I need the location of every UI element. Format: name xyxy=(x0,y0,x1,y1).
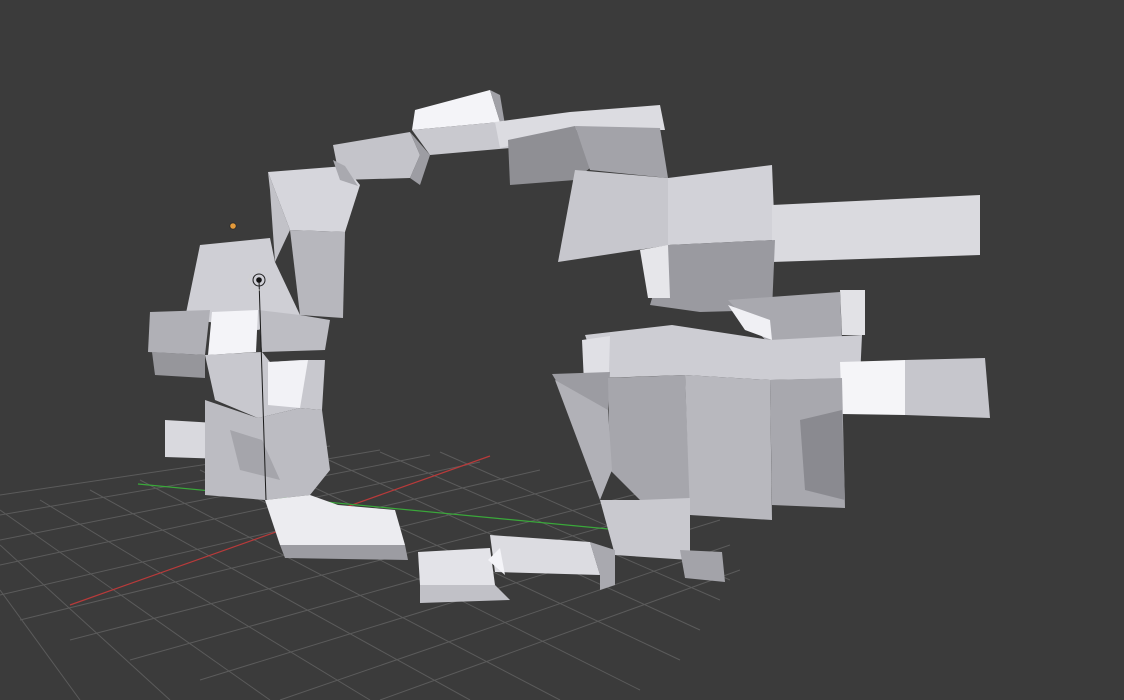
mesh-face xyxy=(905,358,990,418)
3d-viewport[interactable] xyxy=(0,0,1124,700)
mesh-face xyxy=(280,545,408,560)
mesh-face xyxy=(420,585,510,603)
mesh-face xyxy=(208,310,258,355)
viewport-scene[interactable] xyxy=(0,0,1124,700)
mesh-face xyxy=(840,360,905,415)
mesh-face xyxy=(668,165,775,245)
mesh-face xyxy=(772,195,980,262)
mesh-face xyxy=(680,550,725,582)
mesh-face xyxy=(800,410,845,500)
mesh-face xyxy=(152,352,205,378)
mesh-face xyxy=(148,310,210,355)
lamp-icon[interactable] xyxy=(229,222,237,230)
mesh-face xyxy=(840,290,865,335)
mesh-face xyxy=(418,548,495,585)
mesh-face xyxy=(685,375,772,520)
